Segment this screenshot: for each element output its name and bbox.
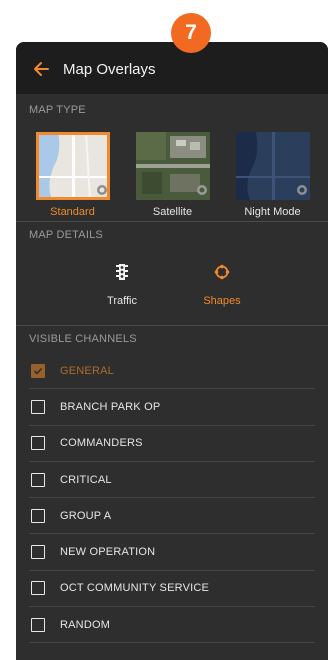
channel-row-commanders[interactable]: COMMANDERS xyxy=(29,426,315,462)
checkbox-unchecked-icon[interactable] xyxy=(31,436,45,451)
map-details-options: Traffic Shapes xyxy=(16,247,328,325)
checkbox-checked-icon[interactable] xyxy=(31,363,45,378)
channel-label: OCT COMMUNITY SERVICE xyxy=(60,582,210,595)
channel-row-branch-park-op[interactable]: BRANCH PARK OP xyxy=(29,389,315,426)
shapes-icon xyxy=(213,261,231,283)
channel-label: GENERAL xyxy=(60,364,114,377)
checkbox-unchecked-icon[interactable] xyxy=(31,472,45,487)
channel-row-oct-community-service[interactable]: OCT COMMUNITY SERVICE xyxy=(29,571,315,608)
map-type-label: Standard xyxy=(50,206,95,218)
traffic-toggle[interactable]: Traffic xyxy=(72,261,172,325)
step-number-badge: 7 xyxy=(171,13,211,53)
section-divider xyxy=(16,325,328,326)
map-overlays-panel: Map Overlays MAP TYPE Standard Satellite… xyxy=(16,42,328,660)
map-type-satellite[interactable]: Satellite xyxy=(128,132,217,221)
checkbox-unchecked-icon[interactable] xyxy=(31,545,45,560)
header: Map Overlays xyxy=(16,42,328,94)
traffic-light-icon xyxy=(115,261,129,283)
standard-map-thumbnail xyxy=(35,132,110,200)
checkbox-unchecked-icon[interactable] xyxy=(31,399,45,414)
channel-row-general[interactable]: GENERAL xyxy=(29,353,315,390)
channel-row-random[interactable]: RANDOM xyxy=(29,607,315,644)
channel-row-new-operation[interactable]: NEW OPERATION xyxy=(29,534,315,571)
visible-channels-section-label: VISIBLE CHANNELS xyxy=(29,333,137,345)
map-details-section-label: MAP DETAILS xyxy=(29,229,103,241)
shapes-label: Shapes xyxy=(203,295,241,307)
night-map-thumbnail xyxy=(235,132,310,200)
channel-label: GROUP A xyxy=(60,509,112,522)
section-divider xyxy=(16,221,328,222)
map-type-label: Satellite xyxy=(152,206,193,218)
shapes-toggle[interactable]: Shapes xyxy=(172,261,272,325)
map-type-standard[interactable]: Standard xyxy=(28,132,117,221)
channel-row-critical[interactable]: CRITICAL xyxy=(29,462,315,499)
checkbox-unchecked-icon[interactable] xyxy=(31,617,45,632)
channel-label: CRITICAL xyxy=(60,473,112,486)
channel-label: BRANCH PARK OP xyxy=(60,400,161,413)
channel-label: COMMANDERS xyxy=(60,437,143,450)
checkbox-unchecked-icon[interactable] xyxy=(31,508,45,523)
channel-label: RANDOM xyxy=(60,618,111,631)
back-arrow-icon[interactable] xyxy=(30,58,52,80)
channel-row-group-a[interactable]: GROUP A xyxy=(29,498,315,535)
map-type-section-label: MAP TYPE xyxy=(29,104,86,116)
checkbox-unchecked-icon[interactable] xyxy=(31,581,45,596)
channel-list: GENERAL BRANCH PARK OP COMMANDERS CRITIC… xyxy=(16,353,328,644)
traffic-label: Traffic xyxy=(107,295,137,307)
map-type-night-mode[interactable]: Night Mode xyxy=(228,132,317,221)
satellite-map-thumbnail xyxy=(135,132,210,200)
map-type-label: Night Mode xyxy=(244,206,301,218)
channel-label: NEW OPERATION xyxy=(60,546,156,559)
page-title: Map Overlays xyxy=(63,60,156,78)
map-type-options: Standard Satellite Night Mode xyxy=(16,122,328,221)
